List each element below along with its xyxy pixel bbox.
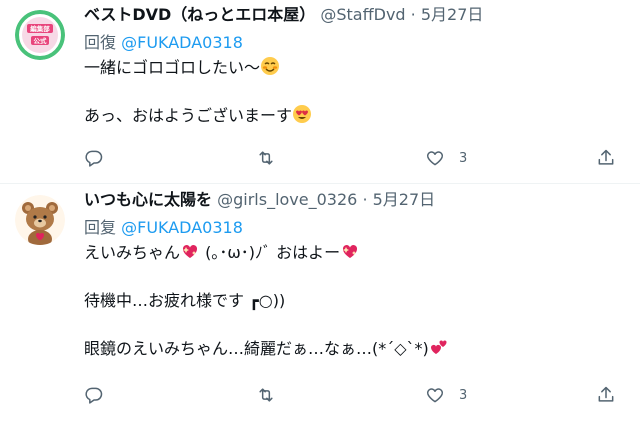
tweet-date[interactable]: 5月27日: [373, 190, 436, 209]
reply-button[interactable]: [84, 143, 104, 173]
reply-button[interactable]: [84, 380, 104, 410]
tweet-date[interactable]: 5月27日: [421, 5, 484, 24]
share-button[interactable]: [596, 143, 616, 173]
tweet-line-text: 眼鏡のえいみちゃん…綺麗だぁ…なぁ…(*´◇`*): [84, 339, 429, 358]
tweet-line: あっ、おはようございまーす: [84, 104, 620, 128]
retweet-icon: [259, 151, 273, 165]
tweet[interactable]: 編集部 公式 ベストDVD（ねっとエロ本屋） @StaffDvd · 5月27日…: [0, 0, 640, 184]
svg-text:公式: 公式: [34, 36, 48, 45]
like-count: 3: [459, 150, 468, 166]
avatar-logo: 編集部 公式: [15, 10, 65, 60]
sparkling-heart-emoji-icon: [182, 245, 198, 258]
retweet-button[interactable]: [256, 143, 276, 173]
share-icon: [598, 149, 614, 165]
tweet-header: ベストDVD（ねっとエロ本屋） @StaffDvd · 5月27日: [84, 0, 620, 30]
reply-context: 回復 @FUKADA0318: [84, 30, 620, 56]
reply-mention[interactable]: @FUKADA0318: [121, 33, 243, 52]
like-count: 3: [459, 387, 468, 403]
reply-icon: [85, 387, 103, 404]
like-button[interactable]: 3: [425, 380, 467, 410]
tweet[interactable]: いつも心に太陽を @girls_love_0326 · 5月27日 回复 @FU…: [0, 185, 640, 423]
svg-text:編集部: 編集部: [30, 24, 50, 33]
display-name[interactable]: ベストDVD（ねっとエロ本屋）: [84, 5, 315, 24]
bear-avatar-icon: [15, 195, 65, 245]
sparkling-heart-emoji-icon: [343, 245, 358, 258]
smiling-blush-emoji-icon: [261, 57, 280, 75]
reply-prefix: 回復: [84, 33, 117, 52]
reply-mention[interactable]: @FUKADA0318: [121, 218, 243, 237]
user-handle[interactable]: @StaffDvd: [320, 5, 405, 24]
retweet-icon: [259, 388, 273, 402]
tweet-actions: 3: [84, 143, 624, 173]
reply-icon: [85, 150, 103, 167]
share-icon: [598, 386, 614, 402]
reply-prefix: 回复: [84, 218, 117, 237]
tweet-line: 一緒にゴロゴロしたい〜: [84, 56, 620, 80]
user-handle[interactable]: @girls_love_0326: [217, 190, 357, 209]
separator: ·: [362, 190, 368, 209]
tweet-line-text: 一緒にゴロゴロしたい〜: [84, 58, 261, 77]
tweet-header: いつも心に太陽を @girls_love_0326 · 5月27日: [84, 185, 620, 215]
tweet-actions: 3: [84, 380, 624, 410]
tweet-line-text: えいみちゃん: [84, 243, 181, 262]
tweet-line: 待機中…お疲れ様です ┏○)): [84, 289, 620, 313]
tweet-line-text: ┏○)): [249, 291, 286, 310]
avatar[interactable]: [15, 195, 65, 245]
tweet-line: えいみちゃん (｡･ω･)ﾉﾞ おはよー: [84, 241, 620, 265]
tweet-line-text: (｡･ω･)ﾉﾞ おはよー: [205, 243, 341, 262]
like-icon: [426, 388, 444, 403]
reply-context: 回复 @FUKADA0318: [84, 215, 620, 241]
tweet-line-text: 待機中…お疲れ様です: [84, 291, 245, 310]
tweet-text: 一緒にゴロゴロしたい〜 あっ、おはようございまーす: [84, 56, 620, 128]
tweet-divider: [0, 183, 640, 184]
tweet-text: えいみちゃん (｡･ω･)ﾉﾞ おはよー 待機中…お疲れ様です ┏○)) 眼鏡の…: [84, 241, 620, 361]
heart-eyes-emoji-icon: [293, 105, 312, 123]
retweet-button[interactable]: [256, 380, 276, 410]
avatar[interactable]: 編集部 公式: [15, 10, 65, 60]
tweet-line-text: あっ、おはようございまーす: [84, 106, 293, 125]
like-icon: [426, 151, 444, 166]
share-button[interactable]: [596, 380, 616, 410]
display-name[interactable]: いつも心に太陽を: [84, 190, 212, 209]
separator: ·: [410, 5, 416, 24]
tweet-line: 眼鏡のえいみちゃん…綺麗だぁ…なぁ…(*´◇`*): [84, 337, 620, 361]
like-button[interactable]: 3: [425, 143, 467, 173]
two-hearts-emoji-icon: [430, 340, 447, 354]
